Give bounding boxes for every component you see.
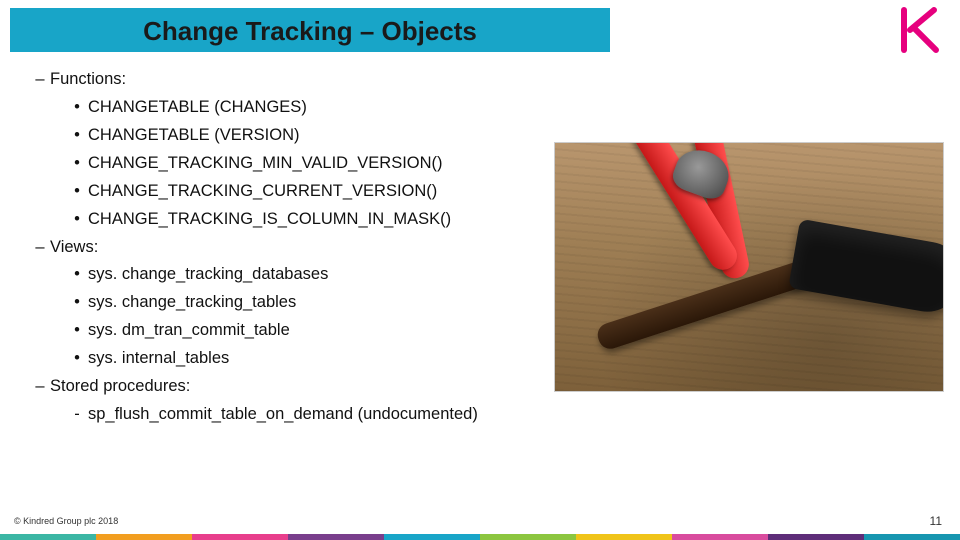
bullet-dash: -: [66, 403, 88, 427]
bullet-dash: –: [30, 68, 50, 92]
section-label: Views:: [50, 236, 98, 260]
list-item-text: CHANGETABLE (CHANGES): [88, 96, 307, 120]
list-item-text: sys. internal_tables: [88, 347, 229, 371]
copyright: © Kindred Group plc 2018: [14, 516, 118, 526]
page-number: 11: [930, 514, 942, 528]
bullet-dot: •: [66, 291, 88, 315]
list-item-text: CHANGE_TRACKING_MIN_VALID_VERSION(): [88, 152, 443, 176]
bullet-dot: •: [66, 208, 88, 232]
list-item-text: sp_flush_commit_table_on_demand (undocum…: [88, 403, 478, 427]
bullet-dot: •: [66, 124, 88, 148]
bullet-dot: •: [66, 319, 88, 343]
tools-image: [554, 142, 944, 392]
bullet-dot: •: [66, 96, 88, 120]
list-item-text: sys. change_tracking_databases: [88, 263, 328, 287]
section-functions: – Functions:: [30, 68, 930, 92]
section-label: Stored procedures:: [50, 375, 190, 399]
kindred-logo: [896, 6, 944, 54]
slide-title: Change Tracking – Objects: [0, 16, 620, 47]
bullet-dash: –: [30, 375, 50, 399]
bullet-dot: •: [66, 263, 88, 287]
bullet-dot: •: [66, 152, 88, 176]
brand-color-strip: [0, 534, 960, 540]
list-item-text: CHANGETABLE (VERSION): [88, 124, 299, 148]
bullet-dot: •: [66, 347, 88, 371]
list-item-text: CHANGE_TRACKING_IS_COLUMN_IN_MASK(): [88, 208, 451, 232]
list-item-text: CHANGE_TRACKING_CURRENT_VERSION(): [88, 180, 437, 204]
bullet-dot: •: [66, 180, 88, 204]
section-label: Functions:: [50, 68, 126, 92]
list-item: -sp_flush_commit_table_on_demand (undocu…: [66, 403, 930, 427]
list-item-text: sys. dm_tran_commit_table: [88, 319, 290, 343]
list-item-text: sys. change_tracking_tables: [88, 291, 296, 315]
list-item: •CHANGETABLE (CHANGES): [66, 96, 930, 120]
bullet-dash: –: [30, 236, 50, 260]
